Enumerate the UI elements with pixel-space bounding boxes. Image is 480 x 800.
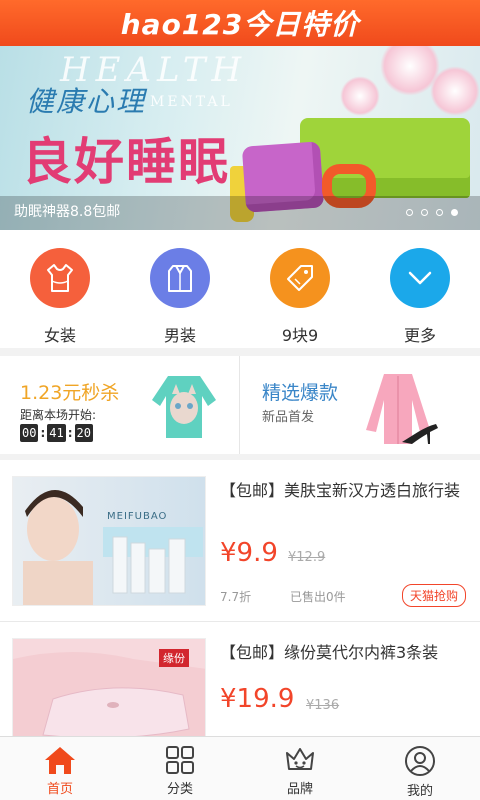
- tmall-flash-badge[interactable]: 天猫抢购: [401, 584, 466, 607]
- flash-sale-title: 1.23元秒杀: [20, 382, 120, 404]
- category-row: 女装 男装 9块9 更多: [0, 230, 480, 348]
- tab-label: 品牌: [286, 782, 313, 797]
- hot-picks-subtitle: 新品首发: [262, 410, 315, 425]
- promo-row: 1.23元秒杀 距离本场开始: 00 : 41 : 20 精选爆款 新品首发: [0, 356, 480, 454]
- banner-subtitle: 健康心理: [26, 85, 147, 118]
- tab-categories[interactable]: 分类: [120, 737, 240, 800]
- product-title[interactable]: 【包邮】美肤宝新汉方透白旅行装: [220, 478, 470, 503]
- carousel-dot[interactable]: [421, 209, 428, 216]
- app-header: hao123今日特价: [0, 0, 480, 46]
- product-price: ¥9.9: [220, 538, 278, 568]
- chevron-down-icon: [390, 248, 450, 308]
- tab-profile[interactable]: 我的: [360, 737, 480, 800]
- hot-picks-title: 精选爆款: [262, 382, 339, 404]
- countdown-timer: 00 : 41 : 20: [20, 424, 93, 442]
- carousel-dot[interactable]: [406, 209, 413, 216]
- timer-separator: :: [40, 426, 46, 440]
- banner-headline: 良好睡眠: [22, 132, 230, 191]
- product-sold-count: 已售出0件: [290, 590, 346, 604]
- grid-icon: [166, 746, 194, 774]
- blossom-decoration: [340, 76, 380, 116]
- category-men[interactable]: 男装: [120, 230, 240, 348]
- hot-picks-card[interactable]: 精选爆款 新品首发: [240, 356, 480, 454]
- brand-crown-icon: [286, 748, 314, 770]
- category-label: 9块9: [281, 326, 319, 345]
- category-more[interactable]: 更多: [360, 230, 480, 348]
- timer-minutes: 41: [47, 424, 66, 442]
- product-original-price: ¥136: [306, 698, 340, 713]
- product-image-brand: MEIFUBAO: [107, 511, 168, 522]
- product-card[interactable]: 缘份 【包邮】缘份莫代尔内裤3条装 ¥19.9 ¥136: [0, 622, 480, 742]
- category-label: 更多: [403, 326, 436, 345]
- carousel-dot[interactable]: [436, 209, 443, 216]
- bottom-tab-bar: 首页 分类 品牌 我的: [0, 736, 480, 800]
- product-original-price: ¥12.9: [288, 550, 326, 565]
- shirt-icon: [150, 248, 210, 308]
- home-icon: [45, 747, 75, 774]
- banner-bg-word-small: MENTAL: [150, 94, 233, 110]
- price-tag-icon: [270, 248, 330, 308]
- product-price: ¥19.9: [220, 684, 295, 714]
- category-label: 男装: [163, 326, 196, 345]
- cat-sweater-image: [152, 376, 216, 438]
- tab-label: 我的: [406, 784, 433, 799]
- high-heel-image: [402, 424, 438, 444]
- tab-brands[interactable]: 品牌: [240, 737, 360, 800]
- timer-seconds: 20: [74, 424, 93, 442]
- product-discount: 7.7折: [220, 590, 252, 604]
- dress-icon: [30, 248, 90, 308]
- flash-sale-card[interactable]: 1.23元秒杀 距离本场开始: 00 : 41 : 20: [0, 356, 240, 454]
- product-image[interactable]: 缘份: [12, 638, 206, 741]
- hao123-logo[interactable]: hao123今日特价: [121, 3, 360, 43]
- banner-carousel[interactable]: HEALTH MENTAL 健康心理 良好睡眠 助眠神器8.8包邮: [0, 46, 480, 230]
- carousel-indicator: [406, 209, 458, 216]
- category-label: 女装: [43, 326, 76, 345]
- product-card[interactable]: MEIFUBAO 【包邮】美肤宝新汉方透白旅行装 ¥9.9 ¥12.9 7.7折…: [0, 460, 480, 622]
- timer-hours: 00: [20, 424, 39, 442]
- product-title[interactable]: 【包邮】缘份莫代尔内裤3条装: [220, 640, 470, 665]
- tab-home[interactable]: 首页: [0, 737, 120, 800]
- timer-separator: :: [67, 426, 73, 440]
- tab-label: 分类: [166, 782, 193, 797]
- product-image-brand: 缘份: [163, 652, 185, 665]
- flash-sale-countdown-label: 距离本场开始:: [20, 408, 97, 422]
- category-9-9[interactable]: 9块9: [240, 230, 360, 348]
- tab-label: 首页: [46, 782, 73, 797]
- user-icon: [405, 746, 435, 776]
- category-women[interactable]: 女装: [0, 230, 120, 348]
- product-image[interactable]: MEIFUBAO: [12, 476, 206, 606]
- blossom-decoration: [430, 66, 480, 116]
- banner-caption: 助眠神器8.8包邮: [14, 204, 121, 220]
- carousel-dot-active[interactable]: [451, 209, 458, 216]
